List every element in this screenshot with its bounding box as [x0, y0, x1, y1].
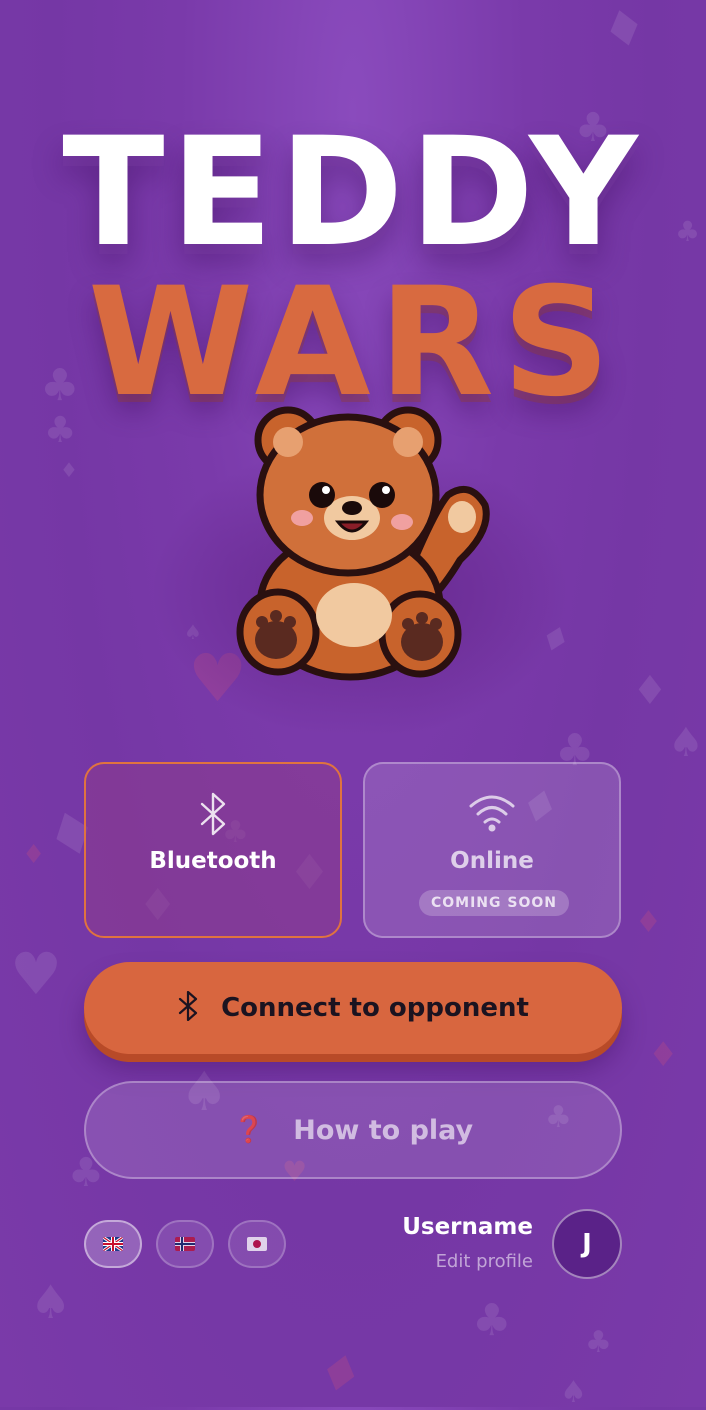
how-to-play-label: How to play [293, 1114, 474, 1146]
wifi-icon [365, 792, 619, 836]
online-mode-label: Online [450, 848, 534, 874]
online-mode-card[interactable]: Online COMING SOON [363, 762, 621, 938]
uk-flag-icon [103, 1237, 123, 1251]
how-to-play-button[interactable]: ❓ How to play [84, 1081, 622, 1179]
app-title-line2: WARS [87, 256, 619, 430]
app-title-line1: TEDDY [62, 106, 644, 280]
connect-button-label: Connect to opponent [221, 993, 529, 1023]
coming-soon-badge: COMING SOON [419, 890, 569, 916]
username-label: Username [402, 1214, 533, 1240]
bluetooth-icon [86, 792, 340, 836]
norway-flag-icon [175, 1237, 195, 1251]
bluetooth-icon [177, 990, 199, 1025]
connect-to-opponent-button[interactable]: Connect to opponent [84, 962, 622, 1054]
teddy-bear-mascot [236, 406, 490, 681]
language-japanese-button[interactable] [228, 1220, 286, 1268]
edit-profile-link[interactable]: Edit profile [436, 1251, 533, 1272]
bluetooth-mode-card[interactable]: Bluetooth [84, 762, 342, 938]
language-english-button[interactable] [84, 1220, 142, 1268]
question-mark-icon: ❓ [232, 1115, 266, 1145]
japan-flag-icon [247, 1237, 267, 1251]
bluetooth-mode-label: Bluetooth [149, 848, 277, 874]
avatar[interactable]: J [552, 1209, 622, 1279]
language-norwegian-button[interactable] [156, 1220, 214, 1268]
